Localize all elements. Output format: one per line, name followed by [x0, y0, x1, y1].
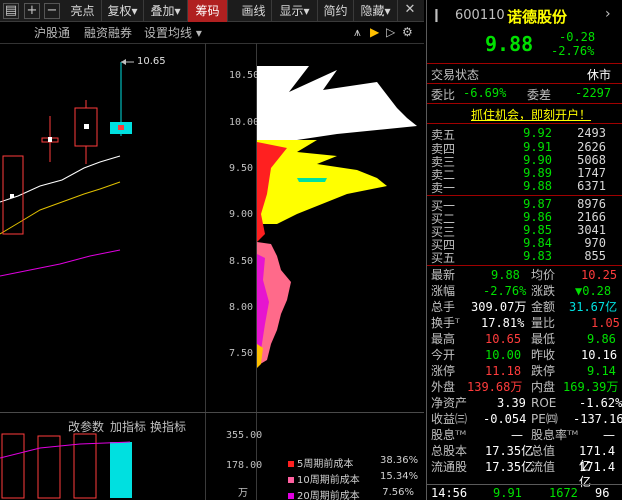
status-label: 交易状态	[431, 68, 480, 82]
weibi-value: -6.69%	[463, 86, 507, 100]
sell4-price: 9.91	[523, 140, 552, 154]
zoom-in-icon[interactable]: +	[24, 3, 40, 19]
volume-unit: 万	[238, 488, 248, 499]
weicha-value: -2297	[575, 86, 612, 100]
nav-prev-icon[interactable]: ❙	[431, 8, 442, 23]
high-marker: 10.65	[137, 56, 166, 67]
buy2-vol: 2166	[577, 210, 606, 224]
legend-pct: 7.56%	[382, 487, 414, 498]
zoom-out-icon[interactable]: −	[44, 3, 60, 19]
stats-row: 最高 10.65 最低 9.86	[431, 332, 616, 346]
stats-row: 总手 309.07万 金额 31.67亿	[431, 300, 618, 314]
price-label: 7.50	[229, 348, 254, 359]
stats-row: 收益㈢ -0.054 PE㈣ -137.16	[431, 412, 622, 426]
buy3-vol: 3041	[577, 223, 606, 237]
legend-item: 5周期前成本	[288, 455, 353, 470]
price-label: 10.50	[229, 70, 260, 81]
sell2-vol: 1747	[577, 166, 606, 180]
buy1-price: 9.87	[523, 197, 552, 211]
buy3-price: 9.85	[523, 223, 552, 237]
tick-price: 9.91	[493, 486, 522, 500]
buy5-vol: 855	[584, 249, 606, 263]
price-label: 8.50	[229, 256, 254, 267]
sell5-price: 9.92	[523, 126, 552, 140]
toolbar-display[interactable]: 显示▾	[272, 0, 318, 22]
quote-panel: ❙ 600110 诺德股份 › 9.88 -0.28 -2.76% 交易状态 休…	[426, 0, 622, 500]
tab-hk-connect[interactable]: 沪股通	[34, 25, 70, 41]
price-change: -0.28	[559, 30, 596, 44]
stats-row: 换手ᵀ 17.81% 量比 1.05	[431, 316, 620, 330]
stats-row: 涨停 11.18 跌停 9.14	[431, 364, 616, 378]
settings-icon[interactable]: ⚙	[402, 25, 413, 39]
tick-count: 96	[595, 486, 610, 500]
weibi-label: 委比	[431, 88, 456, 102]
close-icon[interactable]: ✕	[402, 3, 418, 19]
buy4-price: 9.84	[523, 236, 552, 250]
stats-row: 总股本 17.35亿 总值 171.4亿	[431, 444, 616, 473]
toolbar-hide[interactable]: 隐藏▾	[354, 0, 398, 22]
divider	[0, 412, 424, 413]
kline-chart[interactable]	[0, 44, 206, 412]
buy2-price: 9.86	[523, 210, 552, 224]
price-change-pct: -2.76%	[551, 44, 595, 58]
legend-pct: 15.34%	[380, 471, 419, 482]
sell3-vol: 5068	[577, 153, 606, 167]
sell1-price: 9.88	[523, 179, 552, 193]
sell2-price: 9.89	[523, 166, 552, 180]
buy1-vol: 8976	[577, 197, 606, 211]
sell5-vol: 2493	[577, 126, 606, 140]
chart-toolbar: ▤ + − 亮点 复权▾ 叠加▾ 筹码 画线 显示▾ 简约 隐藏▾ ✕	[0, 0, 424, 22]
price-label: 9.50	[229, 163, 254, 174]
stats-row: 流通股 17.35亿 流值 171.4亿	[431, 460, 616, 489]
buy4-vol: 970	[584, 236, 606, 250]
price-label: 10.00	[229, 117, 260, 128]
stats-row: 股息ᵀᴹ — 股息率ᵀᴹ —	[431, 428, 615, 442]
buy5-label: 买五	[431, 251, 456, 265]
toolbar-highlight[interactable]: 亮点	[64, 0, 102, 22]
volume-label: 355.00	[226, 430, 263, 441]
legend-item: 20周期前成本	[288, 487, 360, 500]
volume-label: 178.00	[226, 460, 263, 471]
stock-name: 诺德股份	[507, 8, 568, 26]
toolbar-simple[interactable]: 简约	[318, 0, 354, 22]
filter-icon[interactable]: ⩚	[354, 25, 361, 40]
ma20-line	[0, 249, 121, 277]
stats-row: 净资产 3.39 ROE -1.62%	[431, 396, 622, 410]
sell3-price: 9.90	[523, 153, 552, 167]
chip-distribution	[257, 66, 417, 368]
toolbar-overlay[interactable]: 叠加▾	[144, 0, 188, 22]
stats-row: 外盘 139.68万 内盘 169.39万	[431, 380, 619, 394]
grid-icon[interactable]: ▤	[3, 3, 19, 19]
sell1-label: 卖一	[431, 181, 456, 195]
tick-time: 14:56	[431, 486, 468, 500]
toolbar-adjust[interactable]: 复权▾	[102, 0, 144, 22]
status-value: 休市	[587, 68, 612, 82]
legend-pct: 38.36%	[380, 455, 419, 466]
stats-row: 涨幅 -2.76% 涨跌 ▼0.28	[431, 284, 612, 298]
sell1-vol: 6371	[577, 179, 606, 193]
buy5-price: 9.83	[523, 249, 552, 263]
tick-vol: 1672	[549, 486, 578, 500]
price-label: 8.00	[229, 302, 254, 313]
ma10-line	[0, 181, 121, 235]
chip-alt-icon[interactable]: ▷	[386, 25, 395, 39]
chip-mode-icon[interactable]: ▶	[370, 25, 379, 39]
tab-margin[interactable]: 融资融券	[84, 25, 132, 41]
stats-row: 最新 9.88 均价 10.25	[431, 268, 618, 282]
weicha-label: 委差	[527, 88, 552, 102]
ma5-line	[0, 155, 121, 203]
current-price: 9.88	[485, 32, 534, 56]
legend-item: 10周期前成本	[288, 471, 360, 486]
sell4-vol: 2626	[577, 140, 606, 154]
stock-code: 600110	[455, 8, 505, 23]
toolbar-draw[interactable]: 画线	[236, 0, 272, 22]
tab-ma-settings[interactable]: 设置均线 ▾	[144, 25, 202, 41]
volume-chart	[0, 433, 132, 499]
nav-next-icon[interactable]: ›	[605, 6, 611, 22]
promo-link[interactable]: 抓住机会，即刻开户！	[471, 106, 591, 123]
stats-row: 今开 10.00 昨收 10.16	[431, 348, 618, 362]
price-label: 9.00	[229, 209, 254, 220]
toolbar-chips[interactable]: 筹码	[188, 0, 228, 22]
